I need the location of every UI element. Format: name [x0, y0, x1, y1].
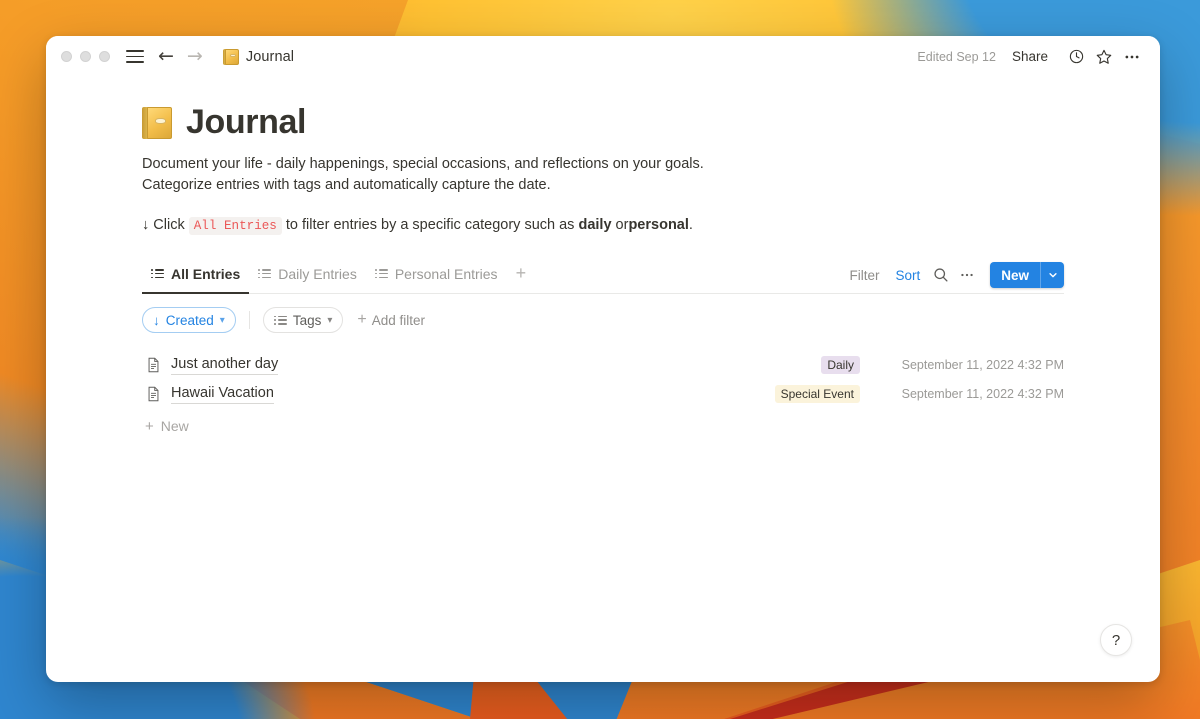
row-title[interactable]: Just another day	[171, 355, 279, 375]
filter-chip-label: Created	[165, 312, 214, 328]
list-view-icon	[374, 269, 388, 279]
callout-bold-personal: personal	[628, 217, 689, 234]
traffic-lights[interactable]	[61, 51, 110, 62]
database-block: All Entries Daily Entries Personal Entri…	[46, 262, 1160, 441]
chip-divider	[248, 311, 250, 330]
page-title: Journal	[186, 103, 307, 141]
database-tabs: All Entries Daily Entries Personal Entri…	[142, 261, 536, 295]
search-icon[interactable]	[928, 263, 954, 287]
add-filter-button[interactable]: + Add filter	[357, 312, 425, 328]
tab-label: Personal Entries	[394, 265, 498, 282]
list-view-icon	[258, 269, 272, 279]
star-icon[interactable]	[1090, 43, 1118, 71]
ellipsis-icon[interactable]	[954, 263, 980, 287]
callout-conjunction: or	[615, 217, 629, 234]
add-view-icon[interactable]: +	[507, 261, 536, 293]
sort-button[interactable]: Sort	[887, 265, 928, 286]
help-button-label: ?	[1111, 631, 1121, 649]
page-header: Journal Document your life - daily happe…	[46, 77, 1160, 237]
minimize-button-icon[interactable]	[80, 51, 91, 62]
tab-personal-entries[interactable]: Personal Entries	[366, 261, 507, 293]
page-title-row: Journal	[142, 103, 1160, 142]
filter-chip-tags[interactable]: Tags ▾	[262, 307, 344, 334]
clock-icon[interactable]	[1062, 43, 1090, 71]
list-icon	[273, 315, 287, 325]
page-icon	[144, 357, 162, 373]
chevron-down-icon[interactable]	[1040, 262, 1064, 289]
tab-label: Daily Entries	[278, 265, 357, 282]
new-button[interactable]: New	[990, 262, 1064, 289]
new-row-button[interactable]: + New	[142, 411, 1064, 441]
arrow-right-icon[interactable]: →	[187, 47, 203, 66]
database-toolbar: Filter Sort New	[841, 262, 1064, 293]
page-description: Document your life - daily happenings, s…	[142, 154, 842, 195]
row-title[interactable]: Hawaii Vacation	[171, 384, 274, 404]
database-tabs-row: All Entries Daily Entries Personal Entri…	[142, 261, 1064, 295]
ellipsis-icon[interactable]	[1118, 43, 1146, 71]
arrow-left-icon[interactable]: ←	[158, 47, 174, 66]
new-row-label: New	[160, 418, 189, 435]
callout-middle: to filter entries by a specific category…	[285, 217, 575, 234]
arrow-down-icon: ↓	[153, 312, 160, 328]
filter-button[interactable]: Filter	[841, 265, 887, 286]
page-callout: ↓ Click All Entries to filter entries by…	[142, 215, 1160, 237]
table-row[interactable]: Just another day Daily September 11, 202…	[142, 350, 1064, 379]
close-button-icon[interactable]	[61, 51, 72, 62]
notebook-emoji	[142, 106, 172, 139]
page-icon	[144, 386, 162, 402]
notebook-emoji	[222, 48, 239, 65]
titlebar-actions: Edited Sep 12 Share	[917, 43, 1146, 71]
callout-arrow-icon: ↓	[142, 217, 150, 234]
callout-code: All Entries	[188, 217, 282, 236]
page-description-line-2: Categorize entries with tags and automat…	[142, 176, 551, 193]
zoom-button-icon[interactable]	[99, 51, 110, 62]
help-button[interactable]: ?	[1100, 624, 1132, 656]
page-description-line-1: Document your life - daily happenings, s…	[142, 156, 704, 173]
list-view-icon	[151, 269, 164, 279]
callout-suffix: .	[688, 217, 693, 234]
row-date: September 11, 2022 4:32 PM	[901, 386, 1064, 401]
page-content: Journal Document your life - daily happe…	[46, 77, 1160, 441]
callout-bold-daily: daily	[578, 217, 612, 234]
desktop-background: ← → Journal Edited Sep 12 Share Journal …	[0, 0, 1200, 719]
filter-chip-label: Tags	[292, 312, 322, 328]
breadcrumb[interactable]: Journal	[222, 48, 295, 65]
status-badge: Special Event	[774, 384, 860, 403]
chevron-down-icon: ▾	[219, 314, 225, 326]
filter-chip-created[interactable]: ↓ Created ▾	[142, 307, 236, 334]
share-button[interactable]: Share	[1012, 49, 1048, 64]
new-button-label: New	[1001, 267, 1029, 283]
add-filter-label: Add filter	[371, 312, 425, 328]
tab-label: All Entries	[171, 265, 241, 282]
app-window: ← → Journal Edited Sep 12 Share Journal …	[46, 36, 1160, 682]
row-date: September 11, 2022 4:32 PM	[901, 357, 1064, 372]
tab-all-entries[interactable]: All Entries	[142, 261, 250, 295]
plus-icon: +	[145, 417, 154, 435]
table-row[interactable]: Hawaii Vacation Special Event September …	[142, 379, 1064, 408]
window-titlebar: ← → Journal Edited Sep 12 Share	[46, 36, 1160, 77]
hamburger-icon[interactable]	[126, 48, 144, 66]
breadcrumb-label: Journal	[245, 48, 295, 65]
callout-prefix: Click	[153, 217, 185, 234]
plus-icon: +	[357, 311, 367, 329]
filter-chips-row: ↓ Created ▾ Tags ▾ + Add filter	[142, 307, 1064, 334]
tab-daily-entries[interactable]: Daily Entries	[249, 261, 366, 293]
status-badge: Daily	[821, 355, 860, 374]
database-rows: Just another day Daily September 11, 202…	[142, 350, 1064, 441]
edited-timestamp: Edited Sep 12	[917, 49, 996, 64]
chevron-down-icon: ▾	[327, 314, 333, 326]
